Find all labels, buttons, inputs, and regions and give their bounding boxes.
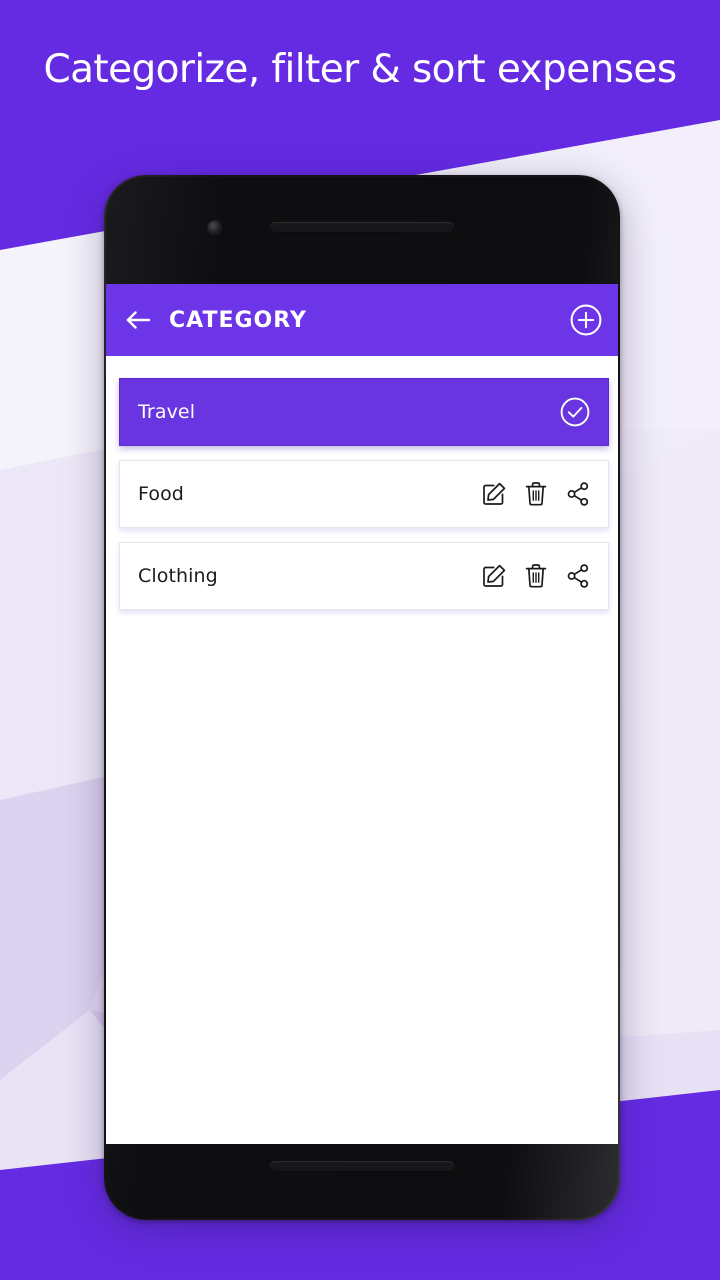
phone-screen: CATEGORY Travel Food Clothing [106,284,618,1144]
row-actions [480,479,592,509]
share-button[interactable] [564,479,592,509]
category-list: Travel Food Clothing [106,356,618,1144]
row-actions [480,561,592,591]
app-bar: CATEGORY [106,284,618,356]
app-bar-title: CATEGORY [169,307,307,333]
share-icon [567,482,588,506]
page-title: Categorize, filter & sort expenses [43,47,677,92]
edit-button[interactable] [480,561,508,591]
share-button[interactable] [564,561,592,591]
add-category-button[interactable] [568,302,604,338]
front-camera-icon [208,221,221,234]
edit-pencil-icon [483,482,506,505]
share-icon [567,564,588,588]
check-circle-icon[interactable] [558,395,592,429]
arrow-left-icon [126,311,151,329]
list-item[interactable]: Clothing [119,542,609,610]
delete-button[interactable] [522,561,550,591]
delete-button[interactable] [522,479,550,509]
plus-circle-icon [570,304,602,336]
trash-icon [525,564,547,588]
earpiece-speaker [269,222,455,233]
edit-pencil-icon [483,564,506,587]
back-button[interactable] [123,305,153,335]
edit-button[interactable] [480,479,508,509]
promo-screenshot: Categorize, filter & sort expenses CATEG… [0,0,720,1280]
trash-icon [525,482,547,506]
list-item[interactable]: Travel [119,378,609,446]
category-name: Travel [138,401,196,423]
category-name: Food [138,483,184,505]
category-name: Clothing [138,565,218,587]
bottom-speaker [269,1161,455,1172]
list-item[interactable]: Food [119,460,609,528]
phone-mockup: CATEGORY Travel Food Clothing [104,175,620,1220]
